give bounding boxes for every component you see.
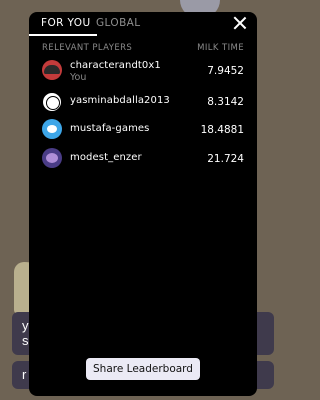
player-score: 7.9452	[207, 65, 244, 77]
background-card-text: y s	[22, 318, 29, 348]
player-name: characterandt0x1	[70, 60, 161, 71]
purple-character-avatar-icon	[42, 148, 62, 168]
players-column-header: RELEVANT PLAYERS	[42, 43, 133, 53]
player-score: 18.4881	[200, 124, 244, 136]
player-name: mustafa-games	[70, 123, 150, 134]
outline-face-avatar-icon	[42, 92, 62, 112]
active-tab-indicator	[29, 34, 97, 36]
player-row[interactable]: mustafa-games 18.4881	[42, 119, 244, 143]
share-leaderboard-button[interactable]: Share Leaderboard	[86, 358, 200, 380]
player-row[interactable]: characterandt0x1 You 7.9452	[42, 60, 244, 84]
blue-cloud-avatar-icon	[42, 119, 62, 139]
column-headers: RELEVANT PLAYERS MILK TIME	[42, 43, 244, 53]
player-you-label: You	[70, 72, 87, 83]
player-row[interactable]: yasminabdalla2013 8.3142	[42, 92, 244, 116]
leaderboard-panel: FOR YOU GLOBAL RELEVANT PLAYERS MILK TIM…	[29, 12, 257, 396]
red-character-avatar-icon	[42, 60, 62, 80]
player-name: yasminabdalla2013	[70, 95, 170, 106]
player-score: 8.3142	[207, 96, 244, 108]
tab-global[interactable]: GLOBAL	[96, 17, 141, 29]
close-icon[interactable]	[233, 16, 247, 30]
tab-for-you[interactable]: FOR YOU	[41, 17, 91, 29]
player-row[interactable]: modest_enzer 21.724	[42, 148, 244, 172]
milk-time-column-header: MILK TIME	[197, 43, 244, 53]
background-card-text-2: r	[22, 367, 27, 382]
player-name: modest_enzer	[70, 152, 142, 163]
leaderboard-tabs: FOR YOU GLOBAL	[29, 12, 257, 36]
player-score: 21.724	[207, 153, 244, 165]
